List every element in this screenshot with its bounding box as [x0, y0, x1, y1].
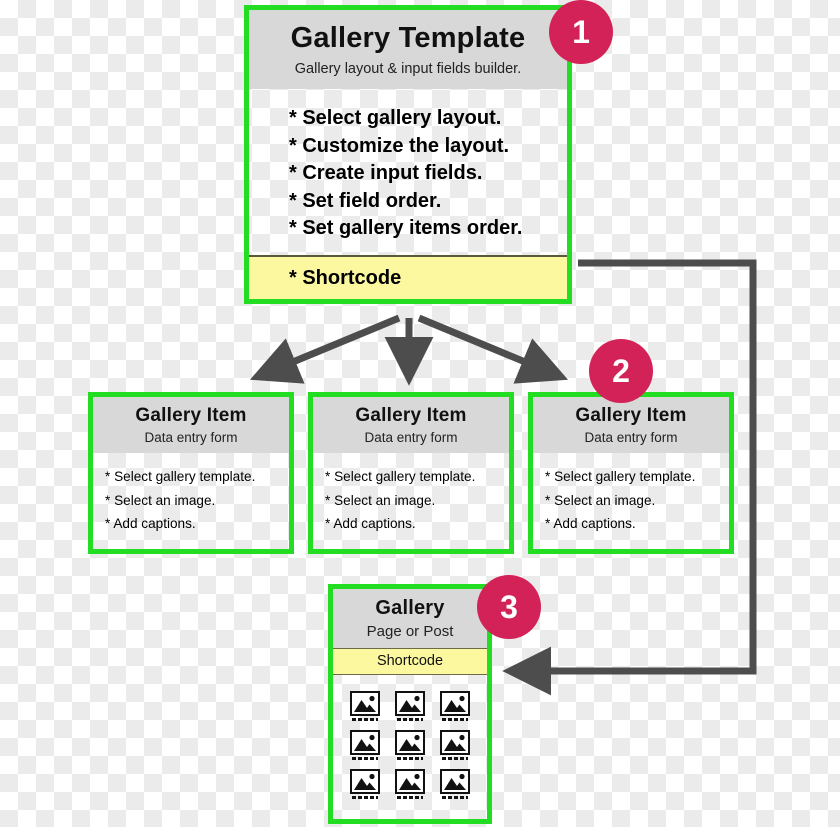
gallery-thumbnail-caption — [352, 718, 379, 721]
gallery-thumbnail[interactable] — [350, 691, 381, 721]
gallery-item-title: Gallery Item — [135, 405, 247, 426]
image-placeholder-icon — [350, 691, 381, 716]
arrow-template-to-item-1 — [249, 314, 401, 384]
template-list-item: * Customize the layout. — [289, 134, 510, 157]
gallery-item-list-item: * Select an image. — [105, 492, 216, 508]
gallery-item-list-item: * Select gallery template. — [105, 469, 256, 484]
template-list-item: * Set gallery items order. — [289, 217, 523, 239]
image-placeholder-icon — [439, 730, 470, 755]
step-badge-1-number: 1 — [572, 13, 590, 50]
gallery-template-box[interactable]: Gallery Template Gallery layout & input … — [244, 5, 572, 304]
gallery-thumbnail[interactable] — [350, 730, 381, 760]
gallery-item-list-item: * Add captions. — [325, 516, 416, 531]
gallery-template-subtitle: Gallery layout & input fields builder. — [294, 61, 522, 77]
gallery-thumbnail[interactable] — [350, 769, 381, 799]
gallery-item-header: Gallery Item Data entry form — [93, 397, 289, 453]
gallery-thumbnail[interactable] — [394, 730, 425, 760]
gallery-item-subtitle: Data entry form — [584, 430, 678, 445]
image-placeholder-icon — [350, 730, 381, 755]
gallery-thumbnail-caption — [396, 718, 423, 721]
gallery-item-list: * Select gallery template. * Select an i… — [533, 453, 729, 536]
gallery-item-subtitle: Data entry form — [364, 430, 458, 445]
image-placeholder-icon — [394, 769, 425, 794]
gallery-thumbnail[interactable] — [394, 691, 425, 721]
gallery-item-subtitle: Data entry form — [144, 430, 238, 445]
step-badge-1: 1 — [549, 0, 613, 64]
gallery-template-header: Gallery Template Gallery layout & input … — [249, 10, 567, 89]
gallery-thumbnail-caption — [441, 757, 468, 760]
gallery-thumbnail-caption — [396, 757, 423, 760]
gallery-page-title: Gallery — [375, 597, 445, 619]
image-placeholder-icon — [350, 769, 381, 794]
gallery-item-list: * Select gallery template. * Select an i… — [93, 453, 289, 536]
template-list-item: * Create input fields. — [289, 162, 483, 184]
gallery-thumbnail-caption — [396, 796, 423, 799]
gallery-page-shortcode-label: Shortcode — [376, 653, 444, 669]
gallery-item-list: * Select gallery template. * Select an i… — [313, 453, 509, 536]
step-badge-2: 2 — [589, 339, 653, 403]
template-list-item: * Set field order. — [289, 189, 442, 212]
gallery-thumbnail-grid — [333, 675, 487, 799]
gallery-thumbnail-caption — [441, 718, 468, 721]
template-shortcode-row[interactable]: * Shortcode — [249, 255, 567, 299]
gallery-item-title: Gallery Item — [355, 405, 467, 426]
gallery-item-header: Gallery Item Data entry form — [313, 397, 509, 453]
gallery-item-list-item: * Select gallery template. — [325, 469, 476, 484]
gallery-page-subtitle: Page or Post — [366, 623, 454, 640]
gallery-page-shortcode-band[interactable]: Shortcode — [333, 648, 487, 675]
gallery-item-list-item: * Add captions. — [545, 516, 636, 531]
gallery-item-box-3[interactable]: Gallery Item Data entry form * Select ga… — [528, 392, 734, 554]
image-placeholder-icon — [394, 730, 425, 755]
gallery-thumbnail[interactable] — [439, 691, 470, 721]
step-badge-3: 3 — [477, 575, 541, 639]
gallery-page-box[interactable]: Gallery Page or Post Shortcode — [328, 584, 492, 824]
gallery-item-box-1[interactable]: Gallery Item Data entry form * Select ga… — [88, 392, 294, 554]
image-placeholder-icon — [439, 769, 470, 794]
gallery-thumbnail[interactable] — [439, 730, 470, 760]
gallery-item-list-item: * Add captions. — [105, 516, 196, 531]
arrow-template-to-item-3 — [417, 314, 569, 384]
diagram-canvas: Gallery Template Gallery layout & input … — [0, 0, 840, 827]
template-shortcode-label: * Shortcode — [289, 266, 402, 289]
template-list-item: * Select gallery layout. — [289, 107, 502, 129]
gallery-item-list-item: * Select gallery template. — [545, 469, 696, 484]
step-badge-3-number: 3 — [500, 588, 518, 625]
gallery-thumbnail-caption — [352, 757, 379, 760]
gallery-thumbnail[interactable] — [394, 769, 425, 799]
image-placeholder-icon — [394, 691, 425, 716]
step-badge-2-number: 2 — [612, 352, 630, 389]
gallery-item-title: Gallery Item — [575, 405, 687, 426]
gallery-item-header: Gallery Item Data entry form — [533, 397, 729, 453]
gallery-template-feature-list: * Select gallery layout. * Customize the… — [249, 89, 567, 249]
gallery-thumbnail[interactable] — [439, 769, 470, 799]
gallery-thumbnail-caption — [352, 796, 379, 799]
image-placeholder-icon — [439, 691, 470, 716]
gallery-page-header: Gallery Page or Post — [333, 589, 487, 648]
gallery-item-box-2[interactable]: Gallery Item Data entry form * Select ga… — [308, 392, 514, 554]
gallery-template-title: Gallery Template — [290, 22, 526, 54]
gallery-item-list-item: * Select an image. — [545, 492, 656, 508]
gallery-item-list-item: * Select an image. — [325, 492, 436, 508]
gallery-thumbnail-caption — [441, 796, 468, 799]
